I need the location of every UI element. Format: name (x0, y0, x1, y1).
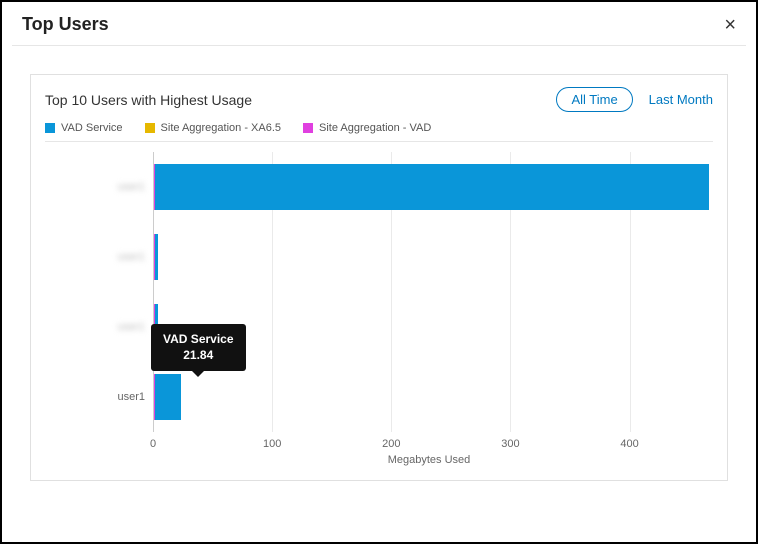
legend-label: Site Aggregation - XA6.5 (161, 122, 281, 134)
swatch-icon (45, 123, 55, 133)
category-label: user1 (117, 321, 145, 333)
time-range-controls: All Time Last Month (556, 87, 713, 112)
bar-segment-vad-service[interactable] (155, 374, 181, 420)
x-tick-label: 100 (263, 438, 281, 450)
divider (45, 141, 713, 142)
filter-all-time[interactable]: All Time (556, 87, 632, 112)
chart-card: Top 10 Users with Highest Usage All Time… (30, 74, 728, 481)
x-axis-title: Megabytes Used (388, 454, 471, 466)
chart-title: Top 10 Users with Highest Usage (45, 92, 252, 108)
legend-label: VAD Service (61, 122, 123, 134)
legend-item-site-agg-vad[interactable]: Site Aggregation - VAD (303, 122, 431, 134)
bar-segment-vad-service[interactable] (155, 164, 709, 210)
x-tick-label: 400 (620, 438, 638, 450)
legend-label: Site Aggregation - VAD (319, 122, 431, 134)
x-tick-label: 300 (501, 438, 519, 450)
x-tick-label: 0 (150, 438, 156, 450)
close-icon[interactable]: × (724, 15, 736, 35)
bar-segment-vad-service[interactable] (155, 234, 158, 280)
category-label: user1 (117, 251, 145, 263)
filter-last-month[interactable]: Last Month (649, 92, 713, 107)
tooltip: VAD Service21.84 (151, 324, 245, 371)
legend-item-vad-service[interactable]: VAD Service (45, 122, 123, 134)
divider (12, 45, 746, 46)
modal-header: Top Users × (2, 2, 756, 45)
swatch-icon (145, 123, 155, 133)
x-tick-label: 200 (382, 438, 400, 450)
plot-area: Megabytes Used 0100200300400user1user1us… (153, 152, 705, 462)
category-label: user1 (117, 181, 145, 193)
legend: VAD Service Site Aggregation - XA6.5 Sit… (45, 122, 713, 139)
modal-title: Top Users (22, 14, 109, 35)
swatch-icon (303, 123, 313, 133)
category-label: user1 (117, 391, 145, 403)
legend-item-site-agg-xa65[interactable]: Site Aggregation - XA6.5 (145, 122, 281, 134)
